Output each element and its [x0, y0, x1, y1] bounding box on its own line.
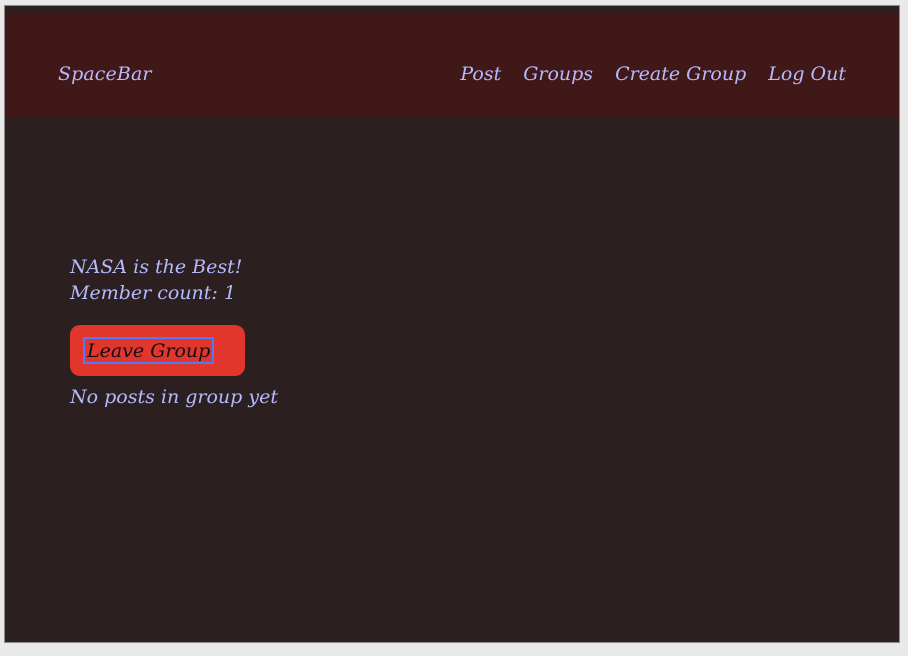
nav-log-out-link[interactable]: Log Out [768, 63, 846, 85]
nav-post-link[interactable]: Post [460, 63, 501, 85]
group-info: NASA is the Best! Member count: 1 [70, 254, 242, 306]
brand-link[interactable]: SpaceBar [58, 63, 152, 85]
nav-links: Post Groups Create Group Log Out [460, 63, 846, 85]
member-count: Member count: 1 [70, 282, 236, 304]
leave-group-button[interactable]: Leave Group [70, 325, 245, 376]
leave-group-button-label: Leave Group [83, 337, 215, 364]
empty-posts-message: No posts in group yet [70, 386, 278, 408]
group-name: NASA is the Best! [70, 256, 243, 278]
nav-create-group-link[interactable]: Create Group [615, 63, 746, 85]
app-window: SpaceBar Post Groups Create Group Log Ou… [4, 5, 900, 643]
navbar: SpaceBar Post Groups Create Group Log Ou… [5, 14, 899, 118]
nav-groups-link[interactable]: Groups [523, 63, 593, 85]
